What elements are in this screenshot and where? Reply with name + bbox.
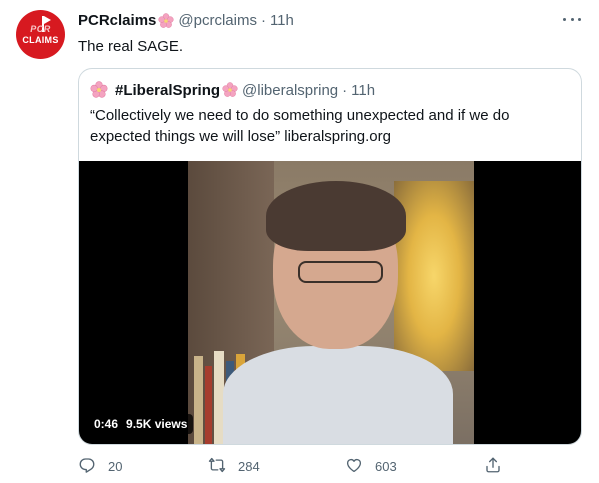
timestamp[interactable]: 11h — [270, 12, 294, 29]
avatar-text-bottom: CLAIMS — [22, 35, 59, 45]
video-duration: 0:46 — [94, 417, 119, 431]
action-bar: 20 284 603 — [78, 456, 508, 478]
share-button[interactable] — [484, 456, 502, 477]
video-info-badge: 0:46 9.5K views — [88, 414, 194, 434]
retweet-button[interactable]: 284 — [208, 456, 260, 477]
video-player[interactable]: 0:46 9.5K views — [79, 161, 581, 444]
avatar-text-top: PCR — [30, 24, 51, 34]
like-count: 603 — [375, 459, 397, 474]
reply-count: 20 — [108, 459, 123, 474]
cherry-blossom-icon — [222, 82, 238, 98]
quote-display-name[interactable]: #LiberalSpring — [115, 82, 220, 99]
person-hair — [266, 181, 406, 251]
like-icon — [345, 456, 363, 477]
display-name[interactable]: PCRclaims — [78, 12, 156, 29]
video-views: 9.5K views — [126, 417, 188, 431]
glasses — [298, 261, 383, 283]
retweet-count: 284 — [238, 459, 260, 474]
quote-handle[interactable]: @liberalspring — [242, 82, 338, 99]
separator: · — [342, 81, 348, 99]
tweet-text: The real SAGE. — [78, 38, 184, 55]
video-frame — [188, 161, 474, 444]
lamp — [394, 181, 474, 371]
quote-timestamp[interactable]: 11h — [351, 82, 375, 99]
quoted-tweet[interactable]: #LiberalSpring @liberalspring · 11h “Col… — [78, 68, 582, 445]
quote-header: #LiberalSpring @liberalspring · 11h — [90, 81, 375, 99]
reply-button[interactable]: 20 — [78, 456, 122, 477]
cherry-blossom-icon — [90, 81, 108, 99]
reply-icon — [78, 456, 96, 477]
tweet-header: PCRclaims @pcrclaims · 11h — [78, 12, 294, 29]
separator: · — [260, 12, 266, 29]
person-shirt — [223, 346, 453, 444]
share-icon — [484, 456, 502, 477]
quote-text: “Collectively we need to do something un… — [90, 107, 510, 145]
like-button[interactable]: 603 — [345, 456, 397, 477]
avatar[interactable]: PCR CLAIMS — [16, 10, 65, 59]
cherry-blossom-icon — [158, 12, 174, 29]
handle[interactable]: @pcrclaims — [178, 12, 257, 29]
more-icon[interactable] — [563, 10, 581, 28]
retweet-icon — [208, 456, 226, 477]
